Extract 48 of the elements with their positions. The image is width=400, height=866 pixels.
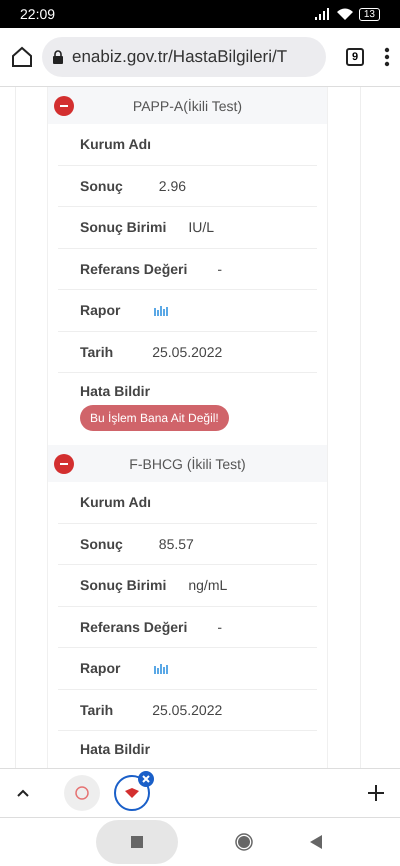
field-label: Rapor — [80, 302, 120, 318]
field-label: Hata Bildir — [80, 383, 150, 399]
field-label: Sonuç — [80, 178, 123, 194]
field-label: Hata Bildir — [80, 741, 150, 757]
field-value: 85.57 — [158, 536, 194, 552]
tab-favicon[interactable] — [64, 775, 100, 811]
section-title: PAPP-A(İkili Test) — [132, 98, 244, 114]
field-label: Sonuç — [80, 536, 123, 552]
wifi-icon — [336, 8, 353, 20]
field-label: Kurum Adı — [80, 494, 152, 510]
field-value: IU/L — [188, 219, 214, 236]
back-icon[interactable] — [310, 835, 322, 849]
menu-icon[interactable] — [384, 47, 390, 67]
field-value: ng/mL — [188, 577, 228, 594]
field-value: - — [217, 260, 222, 277]
field-label: Tarih — [80, 702, 114, 718]
home-icon[interactable] — [10, 45, 34, 69]
minus-icon — [60, 462, 68, 464]
minus-icon — [60, 104, 68, 106]
plus-icon[interactable] — [368, 785, 384, 801]
collapse-button[interactable] — [54, 454, 74, 474]
signal-icon — [314, 8, 331, 20]
bar-chart-icon[interactable] — [154, 304, 168, 316]
collapse-button[interactable] — [54, 96, 74, 116]
field-value: 25.05.2022 — [152, 702, 222, 718]
field-value: 25.05.2022 — [152, 344, 222, 360]
field-label: Referans Değeri — [80, 618, 188, 635]
field-value: - — [217, 618, 222, 635]
field-label: Sonuç Birimi — [80, 219, 166, 236]
report-button[interactable]: Bu İşlem Bana Ait Değil! — [80, 405, 229, 431]
battery-indicator: 13 — [358, 8, 380, 20]
close-icon[interactable] — [138, 771, 154, 787]
recents-button[interactable] — [96, 820, 178, 864]
section-title: F-BHCG (İkili Test) — [128, 456, 247, 472]
lock-icon — [52, 50, 64, 64]
field-label: Referans Değeri — [80, 260, 188, 277]
chevron-up-icon[interactable] — [16, 788, 30, 798]
home-button-icon[interactable] — [234, 833, 253, 851]
field-label: Sonuç Birimi — [80, 577, 166, 594]
field-label: Rapor — [80, 660, 120, 676]
field-label: Tarih — [80, 344, 114, 360]
tab-count-button[interactable]: 9 — [346, 48, 364, 66]
address-bar[interactable]: enabiz.gov.tr/HastaBilgileri/T — [42, 37, 326, 77]
square-icon — [131, 836, 144, 848]
bar-chart-icon[interactable] — [154, 662, 168, 674]
status-time: 22:09 — [20, 6, 56, 22]
field-label: Kurum Adı — [80, 136, 152, 152]
field-value: 2.96 — [158, 178, 186, 194]
